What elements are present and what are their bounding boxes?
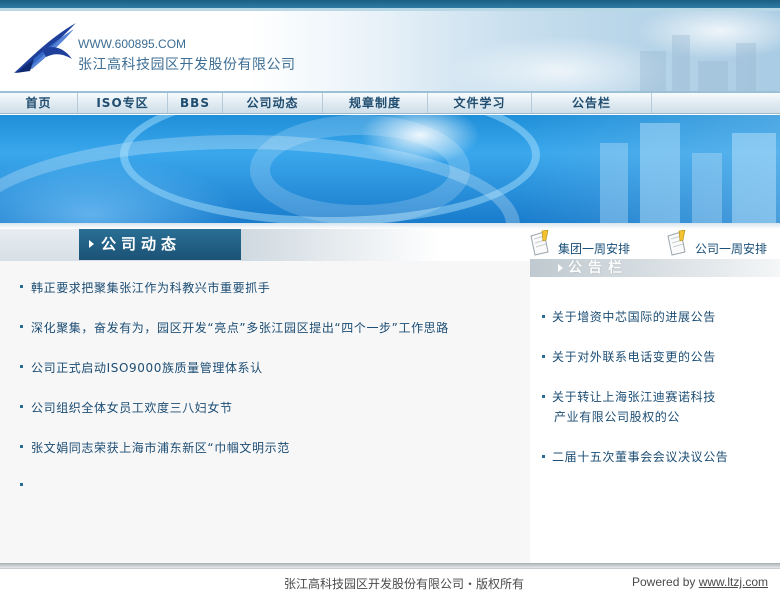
header: WWW.600895.COM 张江高科技园区开发股份有限公司 — [0, 11, 780, 91]
site-url: WWW.600895.COM — [78, 37, 187, 51]
bullet-icon — [20, 325, 23, 328]
news-item[interactable] — [20, 479, 31, 493]
footer-divider-thin — [0, 568, 780, 569]
news-item[interactable]: 韩正要求把聚集张江作为科教兴市重要抓手 — [20, 279, 270, 296]
powered-by-prefix: Powered by — [632, 575, 699, 589]
main-nav: 首页 ISO专区 BBS 公司动态 规章制度 文件学习 公告栏 — [0, 93, 780, 114]
company-logo-icon[interactable] — [12, 19, 78, 75]
section-bar-fade — [241, 229, 441, 261]
group-weekly-schedule-link[interactable]: 集团一周安排 — [530, 230, 660, 258]
news-item[interactable]: 公司组织全体女员工欢度三八妇女节 — [20, 399, 233, 416]
news-item-text: 公司正式启动ISO9000族质量管理体系认 — [31, 361, 263, 375]
bullet-icon — [542, 315, 545, 318]
arrow-right-icon — [558, 264, 563, 272]
banner-tower — [600, 143, 628, 223]
nav-item-iso[interactable]: ISO专区 — [78, 93, 168, 113]
news-item[interactable]: 张文娟同志荣获上海市浦东新区“巾帼文明示范 — [20, 439, 290, 456]
nav-item-news[interactable]: 公司动态 — [223, 93, 323, 113]
top-strip — [0, 0, 780, 8]
news-section-title: 公司动态 — [79, 229, 241, 260]
nav-item-bulletin[interactable]: 公告栏 — [532, 93, 652, 113]
header-building — [736, 43, 756, 91]
notice-item[interactable]: 关于转让上海张江迪赛诺科技 产业有限公司股权的公 — [542, 387, 716, 427]
news-item-text: 韩正要求把聚集张江作为科教兴市重要抓手 — [31, 281, 271, 295]
arrow-right-icon — [89, 240, 94, 248]
bullet-icon — [20, 483, 23, 486]
notice-item[interactable]: 关于增资中芯国际的进展公告 — [542, 307, 716, 327]
nav-item-rules[interactable]: 规章制度 — [323, 93, 428, 113]
bullet-icon — [542, 355, 545, 358]
news-item[interactable]: 深化聚集，奋发有为，园区开发“亮点”多张江园区提出“四个一步”工作思路 — [20, 319, 449, 336]
notice-item-text: 关于对外联系电话变更的公告 — [552, 350, 716, 364]
bullet-icon — [542, 395, 545, 398]
news-section-title-text: 公司动态 — [101, 235, 182, 253]
notice-item-text: 二届十五次董事会会议决议公告 — [552, 450, 729, 464]
notice-item[interactable]: 二届十五次董事会会议决议公告 — [542, 447, 728, 467]
notice-item-text: 关于增资中芯国际的进展公告 — [552, 310, 716, 324]
header-building — [698, 61, 728, 91]
notepad-icon — [530, 230, 549, 256]
news-item-text: 张文娟同志荣获上海市浦东新区“巾帼文明示范 — [31, 441, 290, 455]
company-weekly-schedule-label: 公司一周安排 — [695, 242, 768, 256]
news-item-text: 深化聚集，奋发有为，园区开发“亮点”多张江园区提出“四个一步”工作思路 — [31, 321, 449, 335]
header-building — [640, 51, 666, 91]
banner-tower — [640, 123, 680, 223]
bullet-icon — [20, 405, 23, 408]
powered-by: Powered by www.ltzj.com — [632, 575, 768, 589]
company-weekly-schedule-link[interactable]: 公司一周安排 — [667, 230, 780, 258]
notice-section-title-text: 公告栏 — [568, 260, 628, 276]
nav-item-home[interactable]: 首页 — [0, 93, 78, 113]
nav-item-documents[interactable]: 文件学习 — [428, 93, 532, 113]
bullet-icon — [542, 455, 545, 458]
powered-by-link[interactable]: www.ltzj.com — [699, 575, 768, 589]
banner-tower — [732, 133, 776, 223]
bullet-icon — [20, 445, 23, 448]
news-item-text: 公司组织全体女员工欢度三八妇女节 — [31, 401, 233, 415]
notice-item-text-line2: 产业有限公司股权的公 — [554, 410, 681, 424]
notice-item-text: 关于转让上海张江迪赛诺科技 — [552, 390, 716, 404]
header-building — [672, 35, 690, 91]
notice-item[interactable]: 关于对外联系电话变更的公告 — [542, 347, 716, 367]
news-item[interactable]: 公司正式启动ISO9000族质量管理体系认 — [20, 359, 263, 376]
banner-image — [0, 115, 780, 223]
banner-tower — [692, 153, 722, 223]
nav-item-bbs[interactable]: BBS — [168, 93, 223, 113]
company-name: 张江高科技园区开发股份有限公司 — [78, 57, 296, 73]
group-weekly-schedule-label: 集团一周安排 — [558, 242, 631, 256]
bullet-icon — [20, 285, 23, 288]
copyright-text: 张江高科技园区开发股份有限公司・版权所有 — [284, 577, 525, 591]
bullet-icon — [20, 365, 23, 368]
notice-section-title: 公告栏 — [530, 259, 780, 277]
notepad-icon — [667, 230, 686, 256]
